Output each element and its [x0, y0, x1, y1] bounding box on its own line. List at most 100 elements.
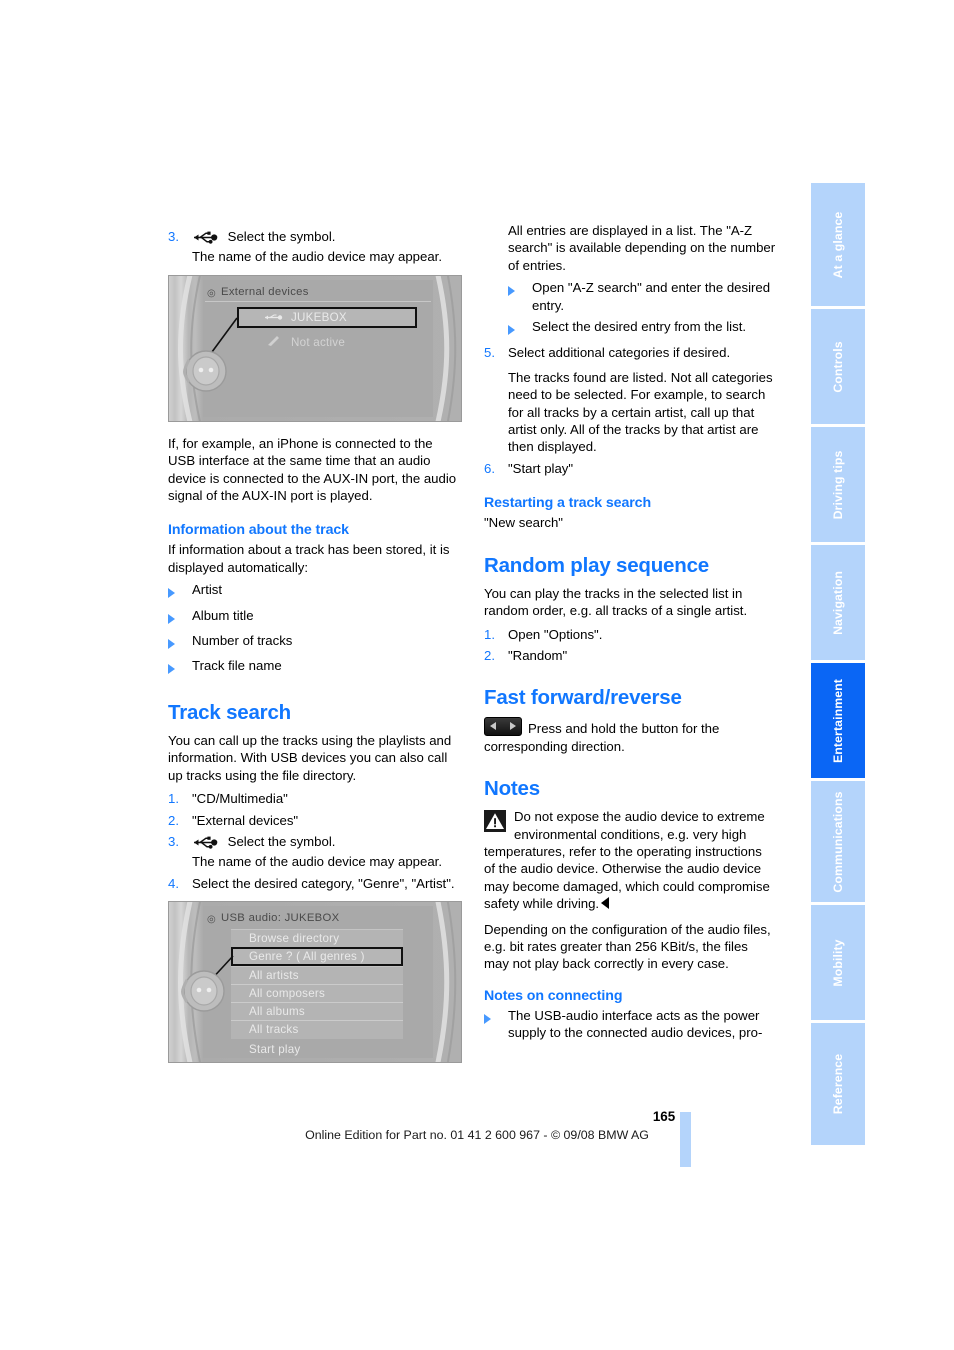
- step-text: "External devices": [192, 812, 299, 828]
- step-number: 1.: [168, 791, 179, 807]
- heading-restarting-a-track-search: Restarting a track search: [484, 495, 652, 512]
- step-number: 3.: [168, 833, 179, 849]
- list-item-label: Album title: [192, 607, 254, 623]
- sidebar-tab-mobility[interactable]: Mobility: [811, 905, 865, 1023]
- random-intro: You can play the tracks in the selected …: [484, 585, 748, 619]
- triangle-bullet-icon: [168, 657, 192, 678]
- sidebar-tab-communications[interactable]: Communications: [811, 781, 865, 905]
- left-step3-list: 3. Select the symbol. The name of the au…: [168, 228, 460, 266]
- figure-title: USB audio: JUKEBOX: [221, 912, 340, 925]
- step-number: 6.: [484, 460, 495, 476]
- list-item: 1. "CD/Multimedia": [168, 790, 460, 807]
- aux-in-icon: [265, 334, 281, 352]
- sidebar-tab-entertainment[interactable]: Entertainment: [811, 663, 865, 781]
- info-track-intro: If information about a track has been st…: [168, 542, 450, 575]
- mid-row-label: Start play: [249, 1043, 301, 1057]
- tab-label: Entertainment: [831, 678, 845, 763]
- step-number: 5.: [484, 345, 495, 361]
- tab-label: Communications: [831, 790, 845, 893]
- info-track-list: Artist Album title Number of tracks Trac…: [168, 581, 460, 679]
- step-number: 3.: [168, 229, 179, 244]
- sidebar-tab-reference[interactable]: Reference: [811, 1023, 865, 1145]
- list-item: 4. Select the desired category, "Genre",…: [168, 875, 460, 892]
- mid-row-label: All artists: [249, 969, 299, 983]
- figure-title-rule: [205, 300, 431, 302]
- list-item: 3. Select the symbol. The name of the au…: [168, 833, 460, 871]
- footer-text: Online Edition for Part no. 01 41 2 600 …: [305, 1128, 649, 1142]
- az-bullet-list: Open "A-Z search" and enter the desired …: [508, 279, 776, 339]
- step-text: Select additional categories if desired.: [508, 345, 731, 361]
- mid-row-icon-usb: [264, 310, 283, 327]
- list-item: Open "A-Z search" and enter the desired …: [508, 279, 776, 314]
- step-number: 2.: [168, 812, 179, 828]
- triangle-bullet-icon: [508, 279, 532, 314]
- list-item: Select the desired entry from the list.: [508, 318, 776, 339]
- list-item: Artist: [168, 581, 460, 602]
- triangle-bullet-icon: [168, 607, 192, 628]
- figure-external-devices: ◎ External devices JUKEBOX Not active: [168, 274, 462, 422]
- left-column: 3. Select the symbol. The name of the au…: [168, 222, 462, 1064]
- sidebar-tab-driving-tips[interactable]: Driving tips: [811, 427, 865, 545]
- warning-paragraph: Do not expose the audio device to extrem…: [484, 808, 776, 912]
- step-text: Select the desired category, "Genre", "A…: [192, 875, 455, 891]
- step-number: 4.: [168, 875, 179, 891]
- list-item: Album title: [168, 607, 460, 628]
- right-column: All entries are displayed in a list. The…: [484, 222, 776, 1046]
- az-intro-wrap: All entries are displayed in a list. The…: [508, 222, 776, 274]
- triangle-bullet-icon: [508, 318, 532, 339]
- heading-information-about-the-track: Information about the track: [168, 522, 349, 539]
- mid-row-label: JUKEBOX: [291, 310, 347, 324]
- restarting-text: "New search": [484, 515, 563, 531]
- track-search-intro: You can call up the tracks using the pla…: [168, 732, 452, 783]
- warning-text: Do not expose the audio device to extrem…: [484, 809, 770, 912]
- list-item-label: The USB-audio interface acts as the powe…: [508, 1007, 763, 1041]
- tab-label: Navigation: [831, 570, 845, 635]
- multimedia-icon: ◎: [207, 914, 216, 926]
- controller-knob-icon: [183, 350, 227, 392]
- section-tabs-sidebar: At a glance Controls Driving tips Naviga…: [811, 183, 865, 1145]
- controller-knob-icon: [181, 970, 225, 1012]
- list-item-label: Number of tracks: [192, 633, 293, 649]
- step-number: 2.: [484, 647, 495, 663]
- mid-row-label: Browse directory: [249, 932, 340, 946]
- warning-end-marker-icon: [601, 897, 610, 910]
- tab-label: Mobility: [831, 938, 845, 987]
- step-text: Select the symbol.: [227, 229, 336, 244]
- page-number: 165: [652, 1109, 676, 1124]
- az-intro: All entries are displayed in a list. The…: [508, 223, 776, 273]
- right-steps: 5. Select additional categories if desir…: [484, 344, 776, 477]
- step-subtext: The name of the audio device may appear.: [192, 854, 442, 870]
- mid-row-label: Not active: [291, 335, 346, 349]
- list-item-label: Artist: [192, 582, 223, 598]
- figure-title: External devices: [221, 285, 309, 298]
- sidebar-tab-at-a-glance[interactable]: At a glance: [811, 183, 865, 309]
- figure-usb-audio: ◎ USB audio: JUKEBOX Browse directory Ge…: [168, 901, 462, 1064]
- step-text: "Random": [508, 647, 568, 663]
- step-text: "Start play": [508, 460, 574, 476]
- bitrate-note: Depending on the configuration of the au…: [484, 921, 771, 972]
- list-item: 3. Select the symbol. The name of the au…: [168, 228, 460, 266]
- iphone-note: If, for example, an iPhone is connected …: [168, 435, 457, 504]
- tab-label: Controls: [831, 340, 845, 393]
- list-item: 1. Open "Options".: [484, 626, 776, 643]
- mid-row-label: Genre ? ( All genres ): [249, 950, 365, 964]
- list-item: 2. "External devices": [168, 812, 460, 829]
- usb-icon: [192, 231, 218, 248]
- mid-row-label: All tracks: [249, 1023, 299, 1037]
- seek-forward-arrow-icon: [510, 722, 516, 731]
- fast-forward-paragraph: Press and hold the button for the corres…: [484, 717, 776, 755]
- list-item-label: Open "A-Z search" and enter the desired …: [532, 280, 771, 313]
- seek-button-icon[interactable]: [484, 717, 522, 737]
- mid-row-label: All composers: [249, 987, 326, 1001]
- step5-note: The tracks found are listed. Not all cat…: [508, 369, 773, 455]
- manual-page: 3. Select the symbol. The name of the au…: [0, 0, 954, 1350]
- heading-fast-forward-reverse: Fast forward/reverse: [484, 686, 682, 710]
- list-item: Track file name: [168, 657, 460, 678]
- list-item: The USB-audio interface acts as the powe…: [484, 1007, 776, 1042]
- step-number: 1.: [484, 626, 495, 642]
- step-text: Open "Options".: [508, 626, 603, 642]
- warning-triangle-icon: [484, 810, 506, 833]
- sidebar-tab-controls[interactable]: Controls: [811, 309, 865, 427]
- sidebar-tab-navigation[interactable]: Navigation: [811, 545, 865, 663]
- list-item-label: Track file name: [192, 658, 282, 674]
